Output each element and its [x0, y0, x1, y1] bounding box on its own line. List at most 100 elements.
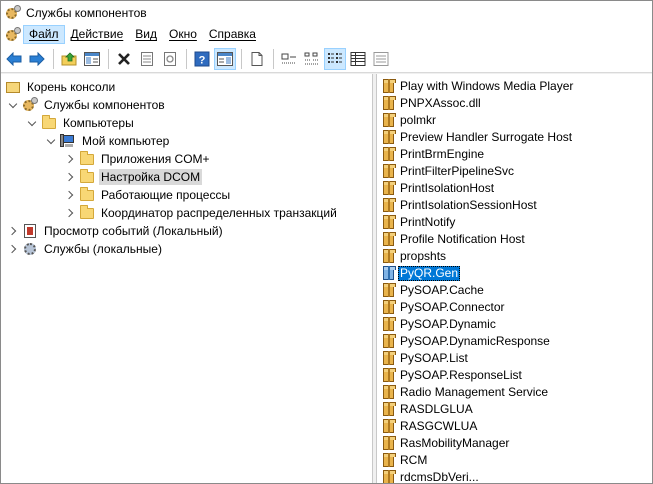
- large-icons-button[interactable]: [278, 48, 300, 70]
- dcom-applications-list[interactable]: Play with Windows Media Player PNPXAssoc.…: [378, 74, 652, 483]
- list-item[interactable]: Radio Management Service: [382, 384, 550, 401]
- tree-item-label: Службы (локальные): [44, 242, 162, 256]
- list-item[interactable]: propshts: [382, 248, 448, 265]
- expand-chevron-icon[interactable]: [64, 171, 76, 183]
- menu-view[interactable]: Вид: [129, 25, 163, 44]
- list-item-label: PySOAP.List: [400, 351, 468, 365]
- component-package-icon: [382, 215, 396, 230]
- expand-chevron-icon[interactable]: [7, 243, 19, 255]
- list-item[interactable]: PySOAP.Dynamic: [382, 316, 498, 333]
- delete-button[interactable]: [113, 48, 135, 70]
- new-button[interactable]: [246, 48, 268, 70]
- toolbar-separator: [241, 48, 242, 69]
- tree-item-console-root[interactable]: Корень консоли: [5, 78, 117, 96]
- list-item[interactable]: RCM: [382, 452, 429, 469]
- list-item[interactable]: PySOAP.Cache: [382, 282, 486, 299]
- svg-text:?: ?: [199, 54, 206, 66]
- list-item[interactable]: Profile Notification Host: [382, 231, 527, 248]
- collapse-chevron-icon[interactable]: [26, 117, 38, 129]
- tree-item-component-services[interactable]: Службы компонентов: [7, 96, 167, 114]
- list-item[interactable]: PrintBrmEngine: [382, 146, 486, 163]
- list-item[interactable]: PySOAP.Connector: [382, 299, 507, 316]
- tree-item-label: Приложения COM+: [101, 152, 210, 166]
- tree-item-label: Координатор распределенных транзакций: [101, 206, 337, 220]
- expand-chevron-icon[interactable]: [7, 225, 19, 237]
- menu-action[interactable]: Действие: [65, 25, 130, 44]
- toolbar-separator: [273, 48, 274, 69]
- tree-item-com-plus-applications[interactable]: Приложения COM+: [64, 150, 212, 168]
- list-item[interactable]: RASGCWLUA: [382, 418, 479, 435]
- tree-item-computers[interactable]: Компьютеры: [26, 114, 136, 132]
- properties-icon: [141, 51, 153, 66]
- properties-button[interactable]: [136, 48, 158, 70]
- list-item[interactable]: PNPXAssoc.dll: [382, 95, 483, 112]
- folder-icon: [79, 205, 95, 221]
- list-item-label: PySOAP.Dynamic: [400, 317, 496, 331]
- list-item[interactable]: PrintIsolationHost: [382, 180, 496, 197]
- show-hide-console-tree-button[interactable]: [81, 48, 103, 70]
- details-view-icon: [350, 51, 366, 66]
- up-one-level-button[interactable]: [58, 48, 80, 70]
- component-package-icon: [382, 385, 396, 400]
- pane-splitter[interactable]: [373, 74, 377, 483]
- component-package-icon: [382, 249, 396, 264]
- list-item[interactable]: Preview Handler Surrogate Host: [382, 129, 574, 146]
- list-item[interactable]: PrintNotify: [382, 214, 457, 231]
- refresh-button[interactable]: [159, 48, 181, 70]
- tree-item-my-computer[interactable]: Мой компьютер: [45, 132, 171, 150]
- collapse-chevron-icon[interactable]: [7, 99, 19, 111]
- component-package-icon: [382, 113, 396, 128]
- component-package-icon: [382, 419, 396, 434]
- expand-chevron-icon[interactable]: [64, 153, 76, 165]
- show-hide-tree-icon: [84, 51, 100, 66]
- component-services-window: Службы компонентов Файл Действие Вид Окн…: [0, 0, 653, 484]
- console-tree-pane[interactable]: Корень консоли Службы компонентов Компью…: [1, 74, 373, 483]
- component-services-icon: [5, 4, 21, 21]
- list-item[interactable]: RASDLGLUA: [382, 401, 475, 418]
- list-item[interactable]: Play with Windows Media Player: [382, 78, 575, 95]
- list-item-label: rdcmsDbVeri...: [400, 470, 479, 483]
- list-item[interactable]: PySOAP.DynamicResponse: [382, 333, 552, 350]
- back-icon: [6, 51, 22, 66]
- tree-item-dcom-config[interactable]: Настройка DCOM: [64, 168, 203, 186]
- list-item[interactable]: PrintIsolationSessionHost: [382, 197, 539, 214]
- list-item[interactable]: PySOAP.ResponseList: [382, 367, 524, 384]
- tree-item-running-processes[interactable]: Работающие процессы: [64, 186, 232, 204]
- menu-help[interactable]: Справка: [203, 25, 262, 44]
- expand-chevron-icon[interactable]: [64, 207, 76, 219]
- list-view-button[interactable]: [324, 47, 346, 70]
- details-view-button[interactable]: [347, 48, 369, 70]
- expand-chevron-icon[interactable]: [64, 189, 76, 201]
- component-package-icon: [382, 351, 396, 366]
- list-item-label: PySOAP.DynamicResponse: [400, 334, 550, 348]
- tree-item-event-viewer[interactable]: Просмотр событий (Локальный): [7, 222, 225, 240]
- list-item-label: Play with Windows Media Player: [400, 79, 574, 93]
- list-item[interactable]: rdcmsDbVeri...: [382, 469, 481, 483]
- list-item-label: PrintNotify: [400, 215, 456, 229]
- component-package-icon: [382, 368, 396, 383]
- list-item[interactable]: PySOAP.List: [382, 350, 470, 367]
- menu-window[interactable]: Окно: [163, 25, 203, 44]
- list-item[interactable]: polmkr: [382, 112, 438, 129]
- small-icons-button[interactable]: [301, 48, 323, 70]
- menu-file[interactable]: Файл: [23, 25, 65, 44]
- component-package-icon: [382, 470, 396, 483]
- help-button[interactable]: ?: [191, 48, 213, 70]
- component-package-icon: [382, 317, 396, 332]
- show-hide-action-pane-button[interactable]: [214, 47, 236, 70]
- collapse-chevron-icon[interactable]: [45, 135, 57, 147]
- folder-icon: [79, 151, 95, 167]
- list-item[interactable]: PyQR.Gen: [382, 265, 461, 282]
- list-item[interactable]: RasMobilityManager: [382, 435, 511, 452]
- tree-item-services-local[interactable]: Службы (локальные): [7, 240, 164, 258]
- back-button[interactable]: [3, 48, 25, 70]
- system-menu-icon[interactable]: [5, 26, 21, 43]
- tree-item-distributed-transaction-coordinator[interactable]: Координатор распределенных транзакций: [64, 204, 339, 222]
- list-item[interactable]: PrintFilterPipelineSvc: [382, 163, 516, 180]
- status-view-button[interactable]: [370, 48, 392, 70]
- component-package-icon: [382, 147, 396, 162]
- list-item-label: PrintBrmEngine: [400, 147, 485, 161]
- forward-button[interactable]: [26, 48, 48, 70]
- component-package-icon: [382, 300, 396, 315]
- title-bar: Службы компонентов: [1, 1, 652, 24]
